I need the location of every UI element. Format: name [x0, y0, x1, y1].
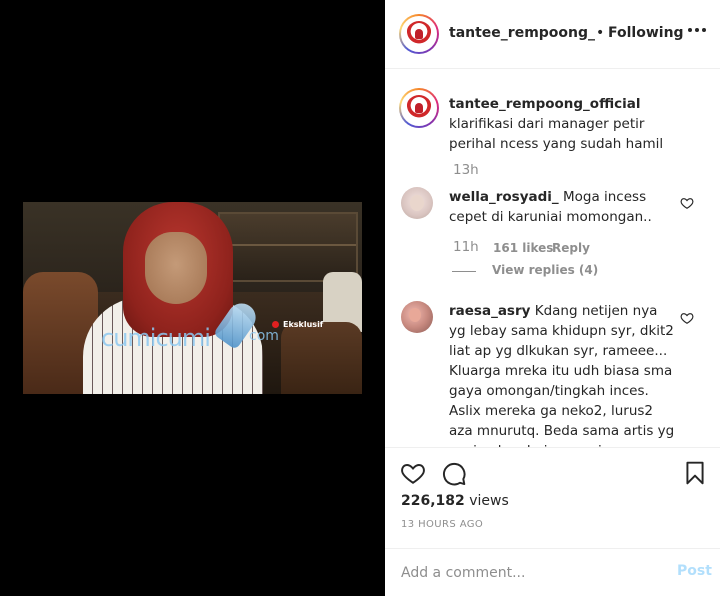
brand-logo-icon: [406, 95, 432, 121]
view-count[interactable]: 226,182 views: [401, 493, 509, 509]
comment-text: wella_rosyadi_ Moga incess cepet di karu…: [449, 187, 677, 227]
following-button[interactable]: Following: [608, 25, 684, 41]
media-pane: cumicumi com Eksklusif: [0, 0, 385, 596]
comment-body: Kdang netijen nya yg lebay sama khidupn …: [449, 303, 675, 447]
live-dot-icon: [272, 321, 279, 328]
caption-time[interactable]: 13h: [453, 162, 479, 178]
caption-author-avatar[interactable]: [399, 88, 439, 128]
reply-button[interactable]: Reply: [552, 241, 590, 255]
video-live-label: Eksklusif: [283, 320, 324, 329]
more-options-icon[interactable]: [685, 18, 709, 42]
video-player[interactable]: cumicumi com Eksklusif: [23, 202, 362, 394]
comment-username[interactable]: wella_rosyadi_: [449, 189, 559, 205]
comment-form: Post: [385, 548, 720, 596]
view-count-number: 226,182: [401, 493, 465, 509]
video-person-face: [145, 232, 207, 304]
video-live-tag: Eksklusif: [272, 320, 323, 329]
like-comment-heart-icon[interactable]: [680, 311, 694, 325]
video-watermark: cumicumi: [101, 324, 211, 352]
comment-text: raesa_asry Kdang netijen nya yg lebay sa…: [449, 301, 677, 447]
post-actions: 226,182 views 13 HOURS AGO: [385, 447, 720, 548]
heart-icon[interactable]: [400, 460, 426, 486]
brand-logo-icon: [406, 21, 432, 47]
view-count-label: views: [469, 493, 509, 509]
post-details-pane: tantee_rempoong_offic • Following tantee…: [385, 0, 720, 596]
header-separator: •: [596, 25, 605, 41]
comment-likes[interactable]: 161 likes: [493, 241, 553, 255]
commenter-avatar[interactable]: [401, 301, 433, 333]
comment-input[interactable]: [401, 559, 651, 587]
post-timestamp[interactable]: 13 HOURS AGO: [401, 519, 483, 530]
comment-icon[interactable]: [441, 460, 467, 486]
comment-time[interactable]: 11h: [453, 239, 479, 255]
author-avatar[interactable]: [399, 14, 439, 54]
bookmark-icon[interactable]: [682, 460, 708, 486]
view-replies-button[interactable]: View replies (4): [492, 263, 598, 277]
comment-username[interactable]: raesa_asry: [449, 303, 530, 319]
video-watermark-tail: com: [249, 328, 279, 344]
caption: tantee_rempoong_official klarifikasi dar…: [449, 94, 695, 154]
caption-text: klarifikasi dari manager petir perihal n…: [449, 116, 664, 152]
author-username[interactable]: tantee_rempoong_offic: [449, 25, 595, 41]
replies-divider: [452, 271, 476, 272]
post-header: tantee_rempoong_offic • Following: [385, 0, 720, 69]
post-comment-button[interactable]: Post: [677, 563, 712, 579]
comments-list[interactable]: tantee_rempoong_official klarifikasi dar…: [385, 70, 720, 447]
video-sofa: [281, 322, 362, 394]
caption-username[interactable]: tantee_rempoong_official: [449, 96, 641, 112]
commenter-avatar[interactable]: [401, 187, 433, 219]
like-comment-heart-icon[interactable]: [680, 196, 694, 210]
